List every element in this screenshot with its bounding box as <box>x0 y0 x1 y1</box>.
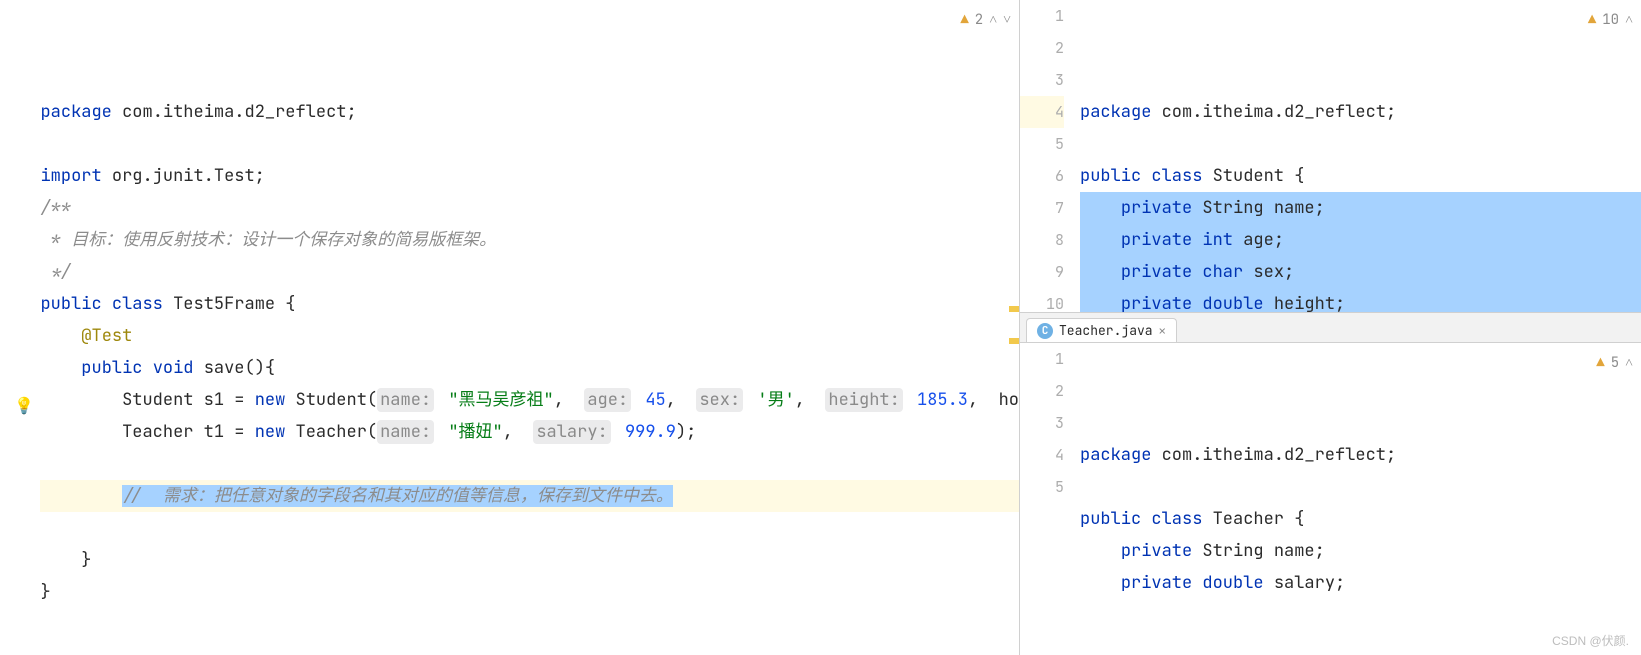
code-line[interactable]: import org.junit.Test; <box>40 160 1019 192</box>
right-top-gutter: 1234567891011121314 <box>1020 0 1076 312</box>
code-line[interactable]: Student s1 = new Student(name: "黑马吴彦祖", … <box>40 384 1019 416</box>
class-file-icon: C <box>1037 323 1053 339</box>
left-gutter: 💡 <box>0 0 36 655</box>
code-line[interactable]: @Test <box>40 320 1019 352</box>
code-line[interactable]: */ <box>40 256 1019 288</box>
warning-icon: ▲ <box>960 4 968 36</box>
code-line[interactable]: /** <box>40 192 1019 224</box>
code-line[interactable]: private int age; <box>1080 224 1641 256</box>
code-line[interactable]: private double salary; <box>1080 567 1641 599</box>
code-line[interactable]: public class Test5Frame { <box>40 288 1019 320</box>
chevron-up-icon[interactable]: ˄ <box>1625 347 1633 379</box>
code-line[interactable]: Teacher t1 = new Teacher(name: "播妞", sal… <box>40 416 1019 448</box>
code-line[interactable]: // 需求：把任意对象的字段名和其对应的值等信息，保存到文件中去。 <box>40 480 1019 512</box>
warnings-indicator-right-top[interactable]: ▲ 10 ˄ <box>1588 4 1633 36</box>
code-line[interactable]: * 目标：使用反射技术：设计一个保存对象的简易版框架。 <box>40 224 1019 256</box>
code-line[interactable]: } <box>40 576 1019 608</box>
tab-teacher[interactable]: C Teacher.java ✕ <box>1026 318 1177 342</box>
warning-icon: ▲ <box>1588 4 1596 36</box>
left-editor[interactable]: 💡 ▲ 2 ˄ ˅ package com.itheima.d2_reflect… <box>0 0 1019 655</box>
right-pane: 1234567891011121314 ▲ 10 ˄ package com.i… <box>1020 0 1641 655</box>
tab-bar: C Teacher.java ✕ <box>1020 313 1641 343</box>
intention-bulb-icon[interactable]: 💡 <box>14 390 34 422</box>
code-line[interactable]: public class Student { <box>1080 160 1641 192</box>
right-bottom-editor[interactable]: 12345 ▲ 5 ˄ package com.itheima.d2_refle… <box>1020 343 1641 655</box>
warning-count: 2 <box>975 4 983 36</box>
warnings-indicator-left[interactable]: ▲ 2 ˄ ˅ <box>960 4 1011 36</box>
code-line[interactable]: private String name; <box>1080 192 1641 224</box>
right-bottom-gutter: 12345 <box>1020 343 1076 655</box>
code-line[interactable]: package com.itheima.d2_reflect; <box>1080 96 1641 128</box>
code-line[interactable]: package com.itheima.d2_reflect; <box>40 96 1019 128</box>
warning-count: 10 <box>1602 4 1619 36</box>
chevron-up-icon[interactable]: ˄ <box>989 4 997 36</box>
right-top-editor[interactable]: 1234567891011121314 ▲ 10 ˄ package com.i… <box>1020 0 1641 313</box>
code-line[interactable]: private char sex; <box>1080 256 1641 288</box>
code-line[interactable]: package com.itheima.d2_reflect; <box>1080 439 1641 471</box>
warning-icon: ▲ <box>1596 347 1604 379</box>
code-line[interactable] <box>1080 128 1641 160</box>
code-line[interactable]: private double height; <box>1080 288 1641 313</box>
close-icon[interactable]: ✕ <box>1159 323 1166 339</box>
right-bottom-code[interactable]: ▲ 5 ˄ package com.itheima.d2_reflect;pub… <box>1076 343 1641 655</box>
chevron-up-icon[interactable]: ˄ <box>1625 4 1633 36</box>
left-code[interactable]: ▲ 2 ˄ ˅ package com.itheima.d2_reflect;i… <box>36 0 1019 655</box>
code-line[interactable] <box>40 448 1019 480</box>
code-line[interactable]: private String name; <box>1080 535 1641 567</box>
code-line[interactable] <box>1080 471 1641 503</box>
watermark: CSDN @伏颜. <box>1552 632 1629 649</box>
chevron-down-icon[interactable]: ˅ <box>1003 4 1011 36</box>
code-line[interactable]: } <box>40 544 1019 576</box>
warning-count: 5 <box>1611 347 1619 379</box>
code-line[interactable]: public class Teacher { <box>1080 503 1641 535</box>
warnings-indicator-right-bottom[interactable]: ▲ 5 ˄ <box>1596 347 1633 379</box>
left-editor-pane: 💡 ▲ 2 ˄ ˅ package com.itheima.d2_reflect… <box>0 0 1020 655</box>
code-line[interactable] <box>40 128 1019 160</box>
code-line[interactable]: public void save(){ <box>40 352 1019 384</box>
code-line[interactable] <box>40 512 1019 544</box>
right-top-code[interactable]: ▲ 10 ˄ package com.itheima.d2_reflect;pu… <box>1076 0 1641 312</box>
tab-label: Teacher.java <box>1059 322 1153 339</box>
